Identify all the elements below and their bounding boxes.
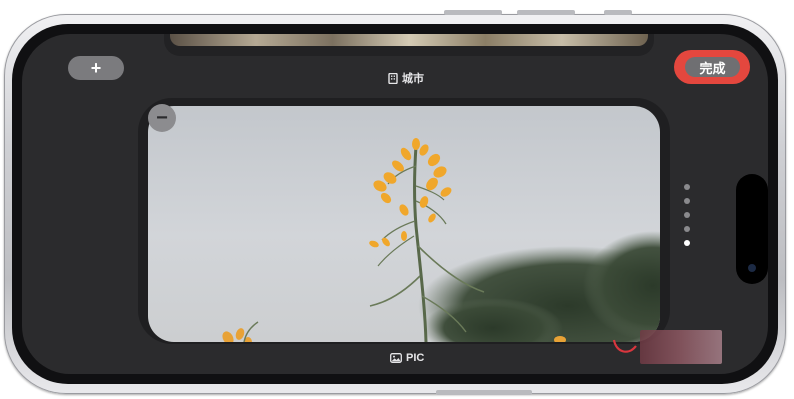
remove-widget-button[interactable]: − xyxy=(148,104,176,132)
front-camera xyxy=(748,264,756,272)
watermark-redaction xyxy=(640,330,722,364)
flower-photo xyxy=(222,138,660,342)
dynamic-island xyxy=(736,174,768,284)
remove-label: − xyxy=(156,107,168,129)
widget-label-city: 城市 xyxy=(388,70,424,86)
page-dot[interactable] xyxy=(684,212,690,218)
widget-label-pic-text: PIC xyxy=(406,352,425,364)
add-label: + xyxy=(90,58,102,78)
side-button xyxy=(444,10,502,15)
standby-edit-screen: + 城市 完成 − PIC xyxy=(22,34,768,374)
done-button[interactable]: 完成 xyxy=(685,57,740,77)
add-widget-button[interactable]: + xyxy=(68,56,124,80)
photo-widget[interactable] xyxy=(148,106,660,342)
page-dot[interactable] xyxy=(684,184,690,190)
page-dot[interactable] xyxy=(684,198,690,204)
widget-preview-above-photo xyxy=(170,34,648,46)
done-label: 完成 xyxy=(699,60,726,76)
page-dot-active[interactable] xyxy=(684,240,690,246)
photos-icon xyxy=(390,353,402,363)
side-button xyxy=(436,390,532,395)
side-button xyxy=(604,10,632,15)
widget-label-pic: PIC xyxy=(390,352,424,364)
building-icon xyxy=(388,72,398,84)
side-button xyxy=(517,10,575,15)
widget-page-indicator xyxy=(683,184,691,246)
watermark-mark xyxy=(612,339,637,353)
page-dot[interactable] xyxy=(684,226,690,232)
widget-label-city-text: 城市 xyxy=(402,73,424,85)
widget-preview-above[interactable] xyxy=(164,34,654,56)
